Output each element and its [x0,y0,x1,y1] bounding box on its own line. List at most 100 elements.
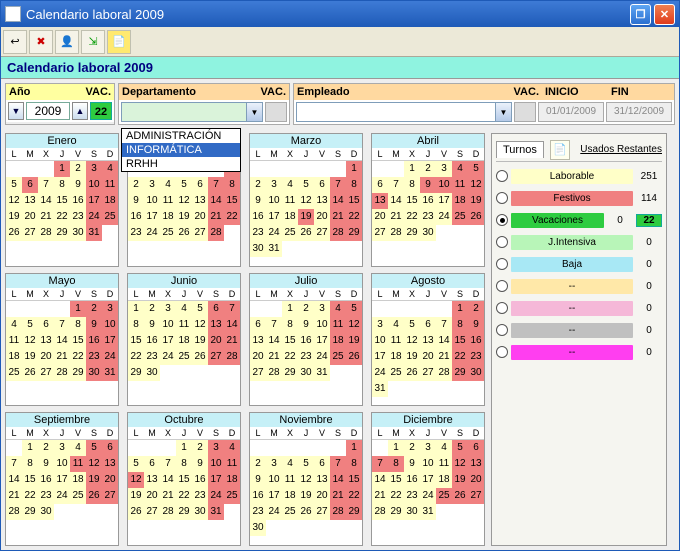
day-cell[interactable]: 27 [372,225,388,241]
day-cell[interactable]: 9 [250,193,266,209]
day-cell[interactable]: 13 [420,333,436,349]
day-cell[interactable]: 10 [266,472,282,488]
day-cell[interactable]: 25 [282,225,298,241]
dept-option[interactable]: ADMINISTRACIÓN [122,129,240,143]
day-cell[interactable]: 12 [468,177,484,193]
day-cell[interactable]: 6 [208,301,224,317]
day-cell[interactable]: 22 [388,488,404,504]
day-cell[interactable]: 8 [54,177,70,193]
day-cell[interactable]: 8 [404,177,420,193]
day-cell[interactable]: 10 [266,193,282,209]
day-cell[interactable]: 21 [160,488,176,504]
tool-back[interactable]: ↩ [3,30,27,54]
day-cell[interactable]: 8 [128,317,144,333]
turno-radio[interactable] [496,346,508,358]
day-cell[interactable]: 12 [176,193,192,209]
day-cell[interactable]: 2 [420,161,436,177]
day-cell[interactable]: 28 [436,365,452,381]
day-cell[interactable]: 15 [346,472,362,488]
day-cell[interactable]: 18 [282,488,298,504]
day-cell[interactable]: 2 [86,301,102,317]
day-cell[interactable]: 29 [346,504,362,520]
day-cell[interactable]: 7 [436,317,452,333]
tool-delete[interactable]: ✖ [29,30,53,54]
day-cell[interactable]: 27 [468,488,484,504]
day-cell[interactable]: 3 [208,440,224,456]
day-cell[interactable]: 5 [404,317,420,333]
turno-radio[interactable] [496,214,508,226]
day-cell[interactable]: 19 [452,472,468,488]
day-cell[interactable]: 18 [70,472,86,488]
day-cell[interactable]: 15 [404,193,420,209]
day-cell[interactable]: 24 [54,488,70,504]
day-cell[interactable]: 16 [420,193,436,209]
day-cell[interactable]: 2 [144,301,160,317]
day-cell[interactable]: 17 [372,349,388,365]
day-cell[interactable]: 30 [38,504,54,520]
day-cell[interactable]: 13 [38,333,54,349]
dept-combo[interactable]: ▼ [121,102,263,122]
day-cell[interactable]: 29 [404,225,420,241]
day-cell[interactable]: 21 [436,349,452,365]
day-cell[interactable]: 18 [452,193,468,209]
day-cell[interactable]: 3 [372,317,388,333]
day-cell[interactable]: 14 [266,333,282,349]
day-cell[interactable]: 10 [144,193,160,209]
maximize-button[interactable]: ❐ [630,4,651,25]
day-cell[interactable]: 15 [70,333,86,349]
emp-combo[interactable]: ▼ [296,102,512,122]
day-cell[interactable]: 4 [388,317,404,333]
day-cell[interactable]: 6 [314,456,330,472]
day-cell[interactable]: 1 [346,161,362,177]
day-cell[interactable]: 25 [452,209,468,225]
day-cell[interactable]: 30 [420,225,436,241]
day-cell[interactable]: 5 [298,177,314,193]
day-cell[interactable]: 7 [372,456,388,472]
day-cell[interactable]: 11 [6,333,22,349]
day-cell[interactable]: 29 [346,225,362,241]
day-cell[interactable]: 19 [404,349,420,365]
day-cell[interactable]: 18 [436,472,452,488]
day-cell[interactable]: 2 [192,440,208,456]
day-cell[interactable]: 31 [266,241,282,257]
day-cell[interactable]: 13 [314,472,330,488]
day-cell[interactable]: 3 [314,301,330,317]
day-cell[interactable]: 26 [404,365,420,381]
turno-radio[interactable] [496,236,508,248]
day-cell[interactable]: 10 [436,177,452,193]
day-cell[interactable]: 24 [372,365,388,381]
day-cell[interactable]: 4 [102,161,118,177]
day-cell[interactable]: 5 [298,456,314,472]
day-cell[interactable]: 17 [54,472,70,488]
day-cell[interactable]: 24 [266,504,282,520]
day-cell[interactable]: 29 [282,365,298,381]
day-cell[interactable]: 3 [54,440,70,456]
day-cell[interactable]: 8 [224,177,240,193]
turnos-tab[interactable]: Turnos [496,141,544,158]
day-cell[interactable]: 1 [128,301,144,317]
day-cell[interactable]: 26 [298,504,314,520]
day-cell[interactable]: 4 [6,317,22,333]
day-cell[interactable]: 3 [420,440,436,456]
day-cell[interactable]: 2 [404,440,420,456]
day-cell[interactable]: 14 [160,472,176,488]
day-cell[interactable]: 27 [22,225,38,241]
day-cell[interactable]: 25 [330,349,346,365]
day-cell[interactable]: 22 [282,349,298,365]
day-cell[interactable]: 11 [452,177,468,193]
day-cell[interactable]: 26 [22,365,38,381]
day-cell[interactable]: 29 [128,365,144,381]
day-cell[interactable]: 2 [468,301,484,317]
day-cell[interactable]: 16 [70,193,86,209]
day-cell[interactable]: 16 [86,333,102,349]
dept-dropdown[interactable]: ADMINISTRACIÓNINFORMÁTICARRHH [121,128,241,172]
day-cell[interactable]: 29 [452,365,468,381]
day-cell[interactable]: 15 [282,333,298,349]
day-cell[interactable]: 22 [128,349,144,365]
day-cell[interactable]: 24 [314,349,330,365]
day-cell[interactable]: 21 [224,333,240,349]
day-cell[interactable]: 30 [404,504,420,520]
day-cell[interactable]: 12 [86,456,102,472]
day-cell[interactable]: 4 [452,161,468,177]
day-cell[interactable]: 21 [38,209,54,225]
